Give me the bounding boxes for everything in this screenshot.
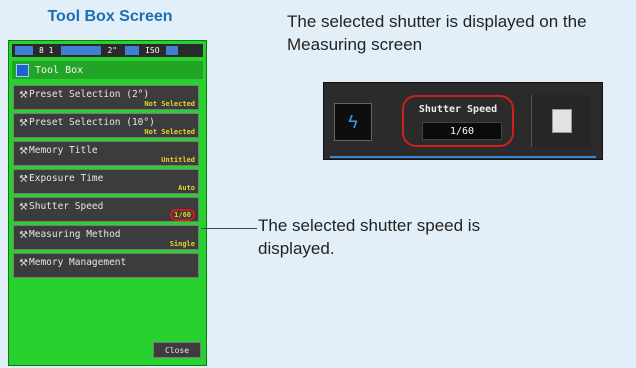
menu-item-label: Exposure Time	[29, 173, 104, 184]
blue-accent-line	[330, 156, 596, 158]
callout-text: The selected shutter speed is displayed.	[258, 216, 481, 258]
status-bar-segment	[61, 46, 102, 55]
tool-box-device-screen: 8 1 2" ISO Tool Box ⚒ Preset Selection (…	[8, 40, 207, 366]
menu-item-label: Measuring Method	[29, 229, 121, 240]
wrench-icon: ⚒	[19, 202, 28, 213]
menu-item-value: Auto	[178, 184, 195, 192]
wrench-icon: ⚒	[19, 90, 28, 101]
menu-item-preset-selection-2[interactable]: ⚒ Preset Selection (2°) Not Selected	[13, 85, 199, 110]
measuring-screen-excerpt: ϟ Shutter Speed 1/60	[323, 82, 603, 160]
menu-item-label: Preset Selection (2°)	[29, 89, 150, 100]
tool-box-title-bar: Tool Box	[12, 61, 203, 79]
callout-line	[201, 228, 257, 229]
menu-item-preset-selection-10[interactable]: ⚒ Preset Selection (10°) Not Selected	[13, 113, 199, 138]
memory-card-button[interactable]	[531, 95, 591, 147]
wrench-icon: ⚒	[19, 118, 28, 129]
wrench-icon: ⚒	[19, 174, 28, 185]
battery-icon	[15, 46, 33, 55]
status-center: 2"	[107, 46, 118, 55]
memory-card-icon	[551, 109, 572, 133]
close-button[interactable]: Close	[153, 342, 201, 358]
menu-item-value: Not Selected	[144, 128, 195, 136]
menu-item-label: Memory Title	[29, 145, 98, 156]
menu-item-measuring-method[interactable]: ⚒ Measuring Method Single	[13, 225, 199, 250]
menu-item-value: Not Selected	[144, 100, 195, 108]
menu-item-label: Preset Selection (10°)	[29, 117, 155, 128]
menu-item-label: Shutter Speed	[29, 201, 104, 212]
status-bar-segment	[125, 46, 140, 55]
shutter-speed-panel[interactable]: Shutter Speed 1/60	[402, 95, 514, 147]
tool-box-title: Tool Box	[35, 64, 84, 76]
tool-box-icon	[16, 63, 29, 77]
status-left: 8 1	[39, 46, 54, 55]
menu-item-memory-management[interactable]: ⚒ Memory Management	[13, 253, 199, 278]
menu-item-value: Untitled	[161, 156, 195, 164]
menu-item-memory-title[interactable]: ⚒ Memory Title Untitled	[13, 141, 199, 166]
wrench-icon: ⚒	[19, 146, 28, 157]
top-annotation: The selected shutter is displayed on the…	[287, 12, 587, 54]
status-right: ISO	[145, 46, 160, 55]
shutter-speed-value: 1/60	[422, 122, 502, 140]
status-bar-segment	[165, 46, 178, 55]
wrench-icon: ⚒	[19, 230, 28, 241]
menu-item-value: Single	[169, 240, 195, 248]
status-bar: 8 1 2" ISO	[12, 44, 203, 57]
menu-item-exposure-time[interactable]: ⚒ Exposure Time Auto	[13, 169, 199, 194]
tool-box-menu: ⚒ Preset Selection (2°) Not Selected ⚒ P…	[13, 85, 199, 281]
menu-item-shutter-speed[interactable]: ⚒ Shutter Speed 1/60	[13, 197, 199, 222]
flash-icon[interactable]: ϟ	[334, 103, 372, 141]
shutter-speed-title: Shutter Speed	[418, 104, 498, 115]
tool-box-screen-heading: Tool Box Screen	[47, 8, 173, 25]
menu-item-label: Memory Management	[29, 257, 127, 268]
wrench-icon: ⚒	[19, 258, 28, 269]
menu-item-value-highlighted: 1/60	[170, 209, 195, 221]
